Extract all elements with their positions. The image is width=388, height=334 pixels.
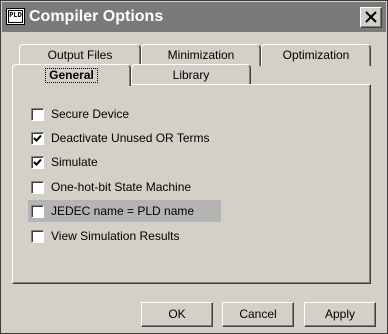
app-icon: PLD [6, 8, 25, 25]
tab-label: Library [172, 68, 210, 82]
option-one-hot-bit-state-machine[interactable]: One-hot-bit State Machine [28, 178, 191, 196]
checkbox[interactable] [31, 205, 44, 218]
cancel-button[interactable]: Cancel [222, 302, 294, 327]
compiler-options-dialog: PLD Compiler Options Output Files Minimi… [0, 0, 388, 334]
tab-label: Minimization [167, 48, 235, 62]
tab-minimization[interactable]: Minimization [141, 44, 261, 66]
option-label: Simulate [51, 155, 98, 169]
close-button[interactable] [360, 7, 382, 28]
option-deactivate-unused-or-terms[interactable]: Deactivate Unused OR Terms [28, 129, 210, 147]
option-label: One-hot-bit State Machine [51, 180, 192, 194]
tab-general[interactable]: General [12, 64, 131, 86]
checkmark-icon [33, 134, 42, 142]
option-view-simulation-results[interactable]: View Simulation Results [28, 227, 180, 245]
checkbox[interactable] [31, 156, 44, 169]
checkbox[interactable] [31, 230, 44, 243]
tab-label: Optimization [282, 48, 350, 62]
window-title: Compiler Options [29, 8, 164, 25]
option-label: View Simulation Results [51, 229, 180, 243]
close-icon [365, 11, 377, 23]
title-bar[interactable]: PLD Compiler Options [2, 2, 386, 32]
option-secure-device[interactable]: Secure Device [28, 105, 129, 123]
option-label: JEDEC name = PLD name [51, 204, 195, 218]
tab-label: General [45, 68, 98, 83]
option-label: Secure Device [51, 107, 130, 121]
app-icon-label: PLD [8, 10, 23, 23]
ok-button[interactable]: OK [141, 302, 213, 327]
option-simulate[interactable]: Simulate [28, 153, 98, 171]
checkmark-icon [33, 158, 42, 166]
apply-button[interactable]: Apply [304, 302, 376, 327]
option-jedec-name-pld-name[interactable]: JEDEC name = PLD name [28, 200, 221, 222]
tab-library[interactable]: Library [131, 64, 251, 84]
option-label: Deactivate Unused OR Terms [51, 131, 210, 145]
tab-output-files[interactable]: Output Files [19, 44, 141, 66]
checkbox[interactable] [31, 181, 44, 194]
tab-optimization[interactable]: Optimization [261, 44, 371, 66]
tab-label: Output Files [47, 48, 113, 62]
checkbox[interactable] [31, 132, 44, 145]
general-tab-panel: Secure Device Deactivate Unused OR Terms… [12, 84, 371, 284]
checkbox[interactable] [31, 108, 44, 121]
